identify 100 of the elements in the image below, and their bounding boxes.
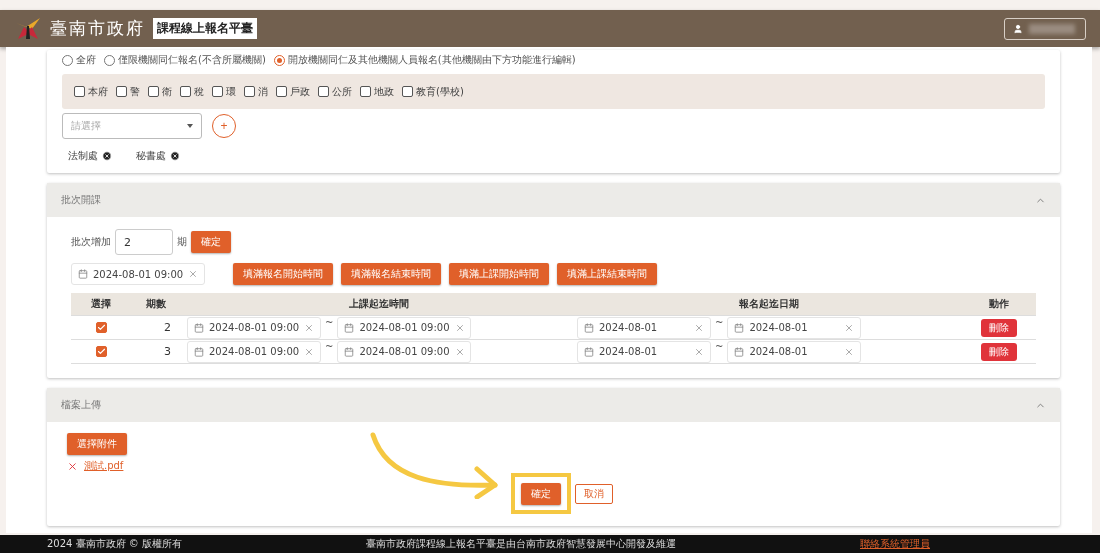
date-field[interactable]: 2024-08-01 bbox=[727, 340, 862, 363]
checkbox[interactable] bbox=[360, 86, 371, 97]
checkbox[interactable] bbox=[74, 86, 85, 97]
select-field[interactable]: 請選擇 bbox=[62, 113, 202, 139]
calendar-icon bbox=[734, 322, 745, 333]
column-header: 選擇 bbox=[90, 297, 112, 311]
unit-label: 期 bbox=[177, 235, 187, 249]
fill-button[interactable]: 填滿報名開始時間 bbox=[233, 263, 333, 285]
copyright-text: 2024 臺南市政府 © 版權所有 bbox=[47, 537, 182, 551]
checkbox-label: 本府 bbox=[88, 84, 108, 99]
checkbox[interactable] bbox=[148, 86, 159, 97]
file-link[interactable]: 測試.pdf bbox=[84, 459, 124, 473]
clear-icon[interactable] bbox=[304, 346, 315, 357]
delete-button[interactable]: 刪除 bbox=[980, 318, 1017, 337]
batch-count-input[interactable]: 2 bbox=[115, 229, 173, 255]
checkbox-label: 稅 bbox=[194, 84, 204, 99]
checkbox[interactable] bbox=[95, 346, 107, 357]
credit-text: 臺南市政府課程線上報名平臺是由台南市政府智慧發展中心開發及維運 bbox=[366, 537, 676, 551]
date-value: 2024-08-01 bbox=[599, 322, 659, 333]
platform-title: 課程線上報名平臺 bbox=[153, 18, 257, 39]
checkbox[interactable] bbox=[212, 86, 223, 97]
checkbox-label: 地政 bbox=[374, 84, 394, 99]
calendar-icon bbox=[78, 269, 88, 279]
clear-icon[interactable] bbox=[304, 322, 315, 333]
confirm-button[interactable]: 確定 bbox=[191, 231, 231, 253]
date-field[interactable]: 2024-08-01 09:00 bbox=[187, 316, 321, 339]
date-value: 2024-08-01 bbox=[599, 346, 659, 357]
date-value: 2024-08-01 09:00 bbox=[209, 322, 300, 333]
table-cell-text: 2 bbox=[164, 321, 172, 334]
clear-icon[interactable] bbox=[844, 322, 855, 333]
checkbox[interactable] bbox=[116, 86, 127, 97]
section-header[interactable]: 檔案上傳 bbox=[47, 388, 1060, 422]
calendar-icon bbox=[194, 346, 204, 357]
checkbox-label: 消 bbox=[258, 84, 268, 99]
attach-button[interactable]: 選擇附件 bbox=[67, 433, 127, 455]
contact-link[interactable]: 聯絡系統管理員 bbox=[860, 537, 930, 551]
blurred-username bbox=[1029, 23, 1075, 34]
column-header: 動作 bbox=[987, 297, 1010, 311]
cancel-button[interactable]: 取消 bbox=[574, 483, 613, 504]
tag-label: 法制處 bbox=[68, 149, 98, 163]
clear-icon[interactable] bbox=[454, 322, 465, 333]
column-header: 上課起迄時間 bbox=[348, 297, 410, 311]
table-cell-text: 3 bbox=[164, 345, 172, 358]
tag-label: 秘書處 bbox=[136, 149, 166, 163]
section-header[interactable]: 批次開課 bbox=[47, 183, 1060, 217]
calendar-icon bbox=[194, 322, 204, 333]
checkbox-label: 環 bbox=[226, 84, 236, 99]
user-icon bbox=[1013, 23, 1023, 34]
radio-label: 全府 bbox=[76, 53, 96, 67]
checkbox-label: 警 bbox=[130, 84, 140, 99]
clear-icon[interactable] bbox=[694, 322, 704, 333]
checkbox[interactable] bbox=[318, 86, 329, 97]
date-field[interactable]: 2024-08-01 bbox=[577, 316, 711, 339]
remove-icon[interactable] bbox=[170, 151, 180, 161]
fill-button[interactable]: 填滿報名結束時間 bbox=[341, 263, 441, 285]
date-value: 2024-08-01 09:00 bbox=[359, 346, 450, 357]
brand-name: 臺南市政府 bbox=[50, 17, 145, 40]
calendar-icon bbox=[734, 346, 745, 357]
date-field[interactable]: 2024-08-01 09:00 bbox=[337, 316, 472, 339]
checkbox[interactable] bbox=[402, 86, 413, 97]
checkbox[interactable] bbox=[276, 86, 287, 97]
radio-option[interactable]: 全府 bbox=[62, 53, 96, 67]
add-button[interactable]: + bbox=[212, 114, 236, 138]
range-separator: ~ bbox=[325, 340, 334, 352]
user-button[interactable] bbox=[1004, 17, 1086, 40]
date-field[interactable]: 2024-08-01 09:00 bbox=[71, 263, 205, 285]
remove-icon[interactable] bbox=[102, 151, 112, 161]
range-separator: ~ bbox=[715, 340, 724, 352]
fill-button[interactable]: 填滿上課開始時間 bbox=[449, 263, 549, 285]
column-header: 報名起迄日期 bbox=[738, 297, 800, 311]
checkbox-label: 戶政 bbox=[290, 84, 310, 99]
calendar-icon bbox=[584, 346, 594, 357]
date-field[interactable]: 2024-08-01 bbox=[727, 316, 862, 339]
clear-icon[interactable] bbox=[454, 346, 465, 357]
clear-icon[interactable] bbox=[188, 269, 199, 279]
checkbox-label: 公所 bbox=[332, 84, 352, 99]
caret-icon bbox=[187, 124, 193, 128]
checkbox[interactable] bbox=[244, 86, 255, 97]
date-value: 2024-08-01 09:00 bbox=[209, 346, 300, 357]
fill-button[interactable]: 填滿上課結束時間 bbox=[557, 263, 657, 285]
checkbox[interactable] bbox=[95, 322, 107, 333]
checkbox[interactable] bbox=[180, 86, 191, 97]
clear-icon[interactable] bbox=[844, 346, 855, 357]
clear-icon[interactable] bbox=[694, 346, 704, 357]
range-separator: ~ bbox=[325, 316, 334, 328]
date-field[interactable]: 2024-08-01 09:00 bbox=[337, 340, 472, 363]
section-title: 檔案上傳 bbox=[61, 398, 101, 412]
date-value: 2024-08-01 09:00 bbox=[93, 268, 184, 280]
range-separator: ~ bbox=[715, 316, 724, 328]
date-field[interactable]: 2024-08-01 bbox=[577, 340, 711, 363]
date-value: 2024-08-01 bbox=[749, 322, 809, 333]
date-value: 2024-08-01 bbox=[749, 346, 809, 357]
confirm-button[interactable]: 確定 bbox=[520, 483, 561, 505]
checkbox-label: 衛 bbox=[162, 84, 172, 99]
section-title: 批次開課 bbox=[61, 193, 101, 207]
calendar-icon bbox=[344, 322, 355, 333]
field-label: 批次增加 bbox=[71, 235, 111, 249]
checkbox-label: 教育(學校) bbox=[416, 84, 464, 99]
delete-button[interactable]: 刪除 bbox=[980, 342, 1017, 361]
date-field[interactable]: 2024-08-01 09:00 bbox=[187, 340, 321, 363]
